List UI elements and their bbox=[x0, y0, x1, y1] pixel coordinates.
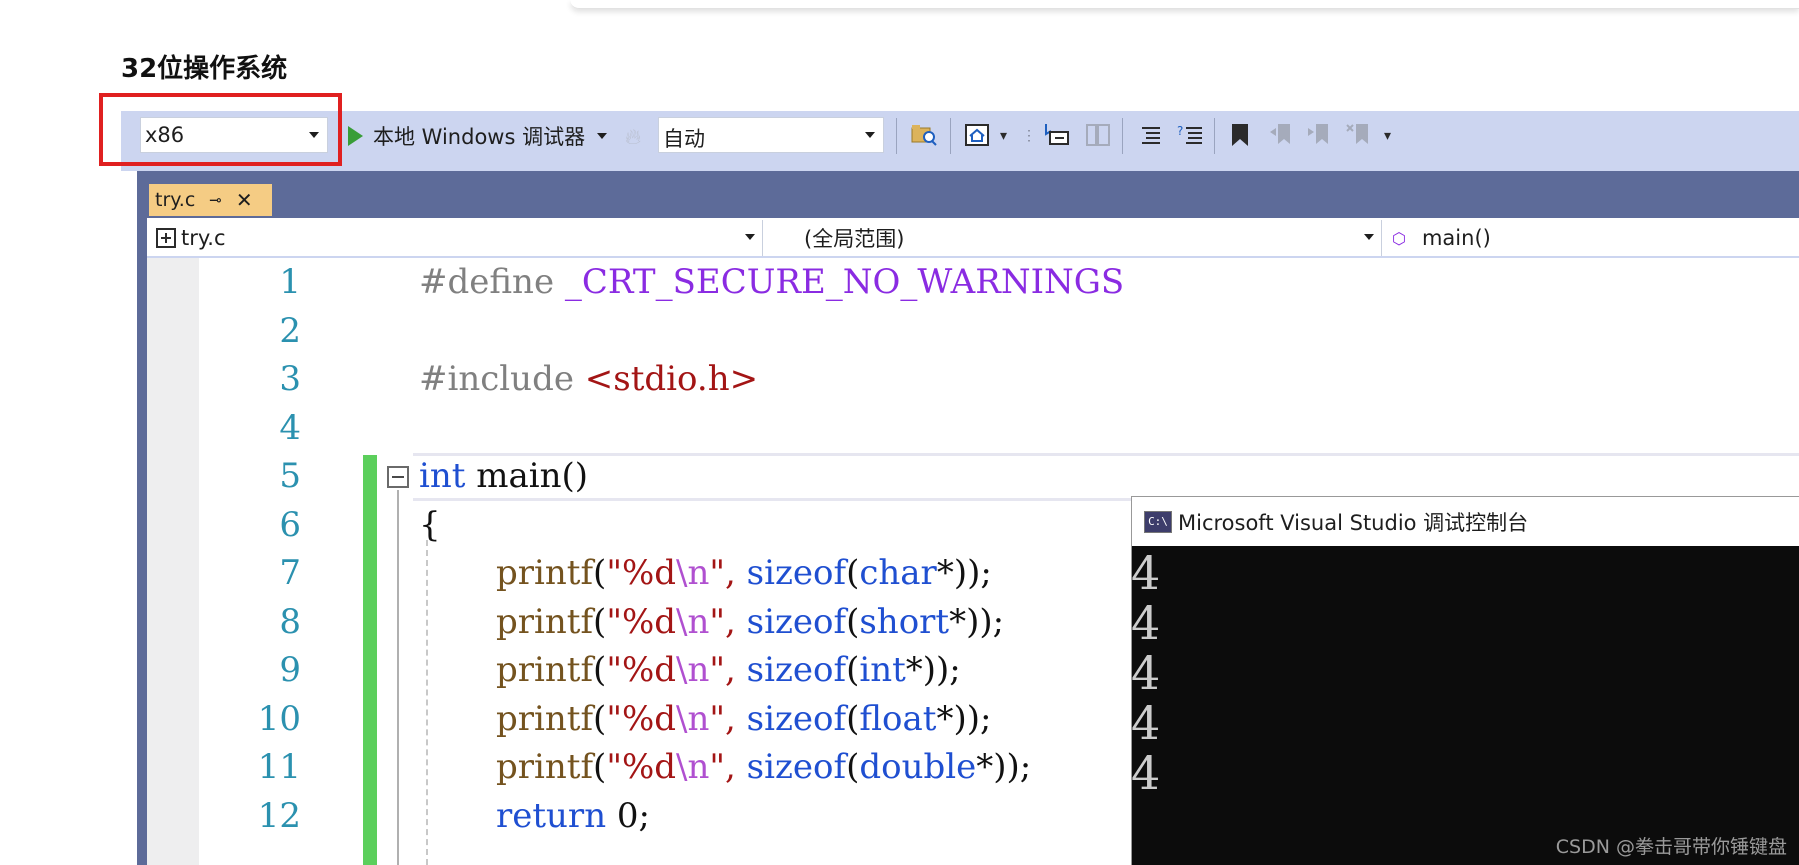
code-line-8: printf("%d\n", sizeof(short*)); bbox=[496, 602, 1005, 642]
code-line-5: int main() bbox=[419, 456, 588, 496]
chevron-down-icon[interactable] bbox=[1364, 234, 1374, 240]
code-line-12: return 0; bbox=[496, 796, 650, 836]
debugger-dropdown-icon[interactable] bbox=[597, 133, 607, 139]
toolbar-overflow-icon[interactable]: ▾ bbox=[1384, 120, 1391, 150]
token-type: int bbox=[419, 456, 466, 496]
project-dropdown[interactable]: try.c bbox=[155, 222, 226, 254]
clear-bookmarks-icon bbox=[1346, 120, 1372, 150]
line-number: 9 bbox=[279, 650, 301, 690]
chevron-down-icon[interactable] bbox=[745, 234, 755, 240]
file-icon bbox=[156, 228, 176, 248]
member-dropdown[interactable]: ⬡ main() bbox=[1392, 222, 1491, 254]
line-number: 11 bbox=[257, 747, 301, 787]
tab-label: try.c bbox=[155, 189, 196, 211]
uncomment-lines-icon[interactable]: ? bbox=[1176, 120, 1204, 150]
line-number: 12 bbox=[257, 796, 301, 836]
chevron-down-icon bbox=[865, 132, 875, 138]
console-output-line: 4 bbox=[1131, 596, 1161, 650]
console-output-line: 4 bbox=[1131, 696, 1161, 750]
next-bookmark-icon bbox=[1306, 120, 1332, 150]
scope-dropdown[interactable]: (全局范围) bbox=[804, 222, 904, 254]
toolbar-separator bbox=[1214, 118, 1215, 154]
code-line-11: printf("%d\n", sizeof(double*)); bbox=[496, 747, 1032, 787]
line-number: 8 bbox=[279, 602, 301, 642]
toggle-panel-icon[interactable] bbox=[1042, 120, 1070, 150]
token-brace: { bbox=[419, 505, 441, 545]
token-directive: #define bbox=[419, 262, 555, 302]
console-output-line: 4 bbox=[1131, 746, 1161, 800]
current-line-highlight bbox=[413, 453, 1799, 501]
function-icon: ⬡ bbox=[1392, 228, 1406, 248]
line-number: 6 bbox=[279, 505, 301, 545]
line-number: 4 bbox=[279, 408, 301, 448]
nav-separator bbox=[762, 220, 763, 256]
hot-reload-icon[interactable]: 🔥︎ bbox=[625, 124, 641, 150]
nav-file-label: try.c bbox=[181, 226, 226, 250]
console-output-line: 4 bbox=[1131, 646, 1161, 700]
home-icon[interactable] bbox=[964, 120, 992, 150]
comment-lines-icon[interactable] bbox=[1138, 120, 1164, 150]
overflow-icon[interactable]: ▾ bbox=[1000, 120, 1007, 150]
watermark: CSDN @拳击哥带你锤键盘 bbox=[1555, 836, 1787, 858]
code-line-3: #include <stdio.h> bbox=[419, 359, 758, 399]
play-icon bbox=[348, 126, 363, 146]
editor-gutter bbox=[147, 258, 199, 865]
line-number: 2 bbox=[279, 311, 301, 351]
navigation-bar: try.c (全局范围) ⬡ main() bbox=[147, 218, 1799, 258]
token-header: <stdio.h> bbox=[584, 359, 759, 399]
token-directive: #include bbox=[419, 359, 574, 399]
toolbar-separator bbox=[896, 118, 897, 154]
code-line-7: printf("%d\n", sizeof(char*)); bbox=[496, 553, 992, 593]
find-in-files-icon[interactable] bbox=[910, 120, 938, 150]
collapse-icon[interactable] bbox=[387, 466, 409, 488]
nav-member-label: main() bbox=[1421, 226, 1491, 250]
debug-target-select[interactable]: 自动 bbox=[658, 117, 884, 153]
indent-guide bbox=[426, 540, 428, 865]
code-line-10: printf("%d\n", sizeof(float*)); bbox=[496, 699, 992, 739]
token-macro: _CRT_SECURE_NO_WARNINGS bbox=[564, 262, 1125, 302]
columns-icon bbox=[1084, 120, 1112, 150]
code-line-1: #define _CRT_SECURE_NO_WARNINGS bbox=[419, 262, 1124, 302]
debugger-label: 本地 Windows 调试器 bbox=[373, 125, 586, 149]
close-icon[interactable]: ✕ bbox=[236, 188, 253, 212]
console-app-icon: C:\ bbox=[1144, 510, 1172, 533]
page-heading: 32位操作系统 bbox=[121, 54, 288, 84]
bookmark-icon[interactable] bbox=[1228, 120, 1252, 150]
code-line-9: printf("%d\n", sizeof(int*)); bbox=[496, 650, 961, 690]
nav-separator bbox=[1381, 220, 1382, 256]
highlight-annotation-box bbox=[99, 93, 342, 166]
token-function: main() bbox=[476, 456, 589, 496]
toolbar-separator bbox=[1122, 118, 1123, 154]
line-number: 10 bbox=[257, 699, 301, 739]
svg-text:?: ? bbox=[1177, 124, 1183, 138]
line-number: 5 bbox=[279, 456, 301, 496]
line-number: 1 bbox=[279, 262, 301, 302]
console-title: Microsoft Visual Studio 调试控制台 bbox=[1178, 510, 1529, 535]
config-value: 自动 bbox=[663, 127, 705, 151]
line-number: 3 bbox=[279, 359, 301, 399]
tab-try-c[interactable]: try.c ⊸ ✕ bbox=[149, 184, 272, 216]
previous-bookmark-icon bbox=[1268, 120, 1294, 150]
console-title-bar[interactable]: C:\ Microsoft Visual Studio 调试控制台 bbox=[1131, 496, 1799, 546]
console-output-line: 4 bbox=[1131, 546, 1161, 600]
line-number: 7 bbox=[279, 553, 301, 593]
top-window-edge bbox=[570, 0, 1799, 9]
pin-icon[interactable]: ⊸ bbox=[209, 191, 222, 209]
toolbar-grip-icon: ⋮ bbox=[1022, 126, 1036, 143]
outline-fold-line bbox=[397, 490, 399, 865]
debug-console-window[interactable] bbox=[1131, 496, 1799, 865]
toolbar-separator bbox=[950, 118, 951, 154]
change-tracking-bar bbox=[363, 455, 377, 865]
code-line-6: { bbox=[419, 505, 441, 545]
start-debugging-button[interactable]: 本地 Windows 调试器 bbox=[348, 120, 585, 152]
nav-scope-label: (全局范围) bbox=[804, 227, 905, 251]
